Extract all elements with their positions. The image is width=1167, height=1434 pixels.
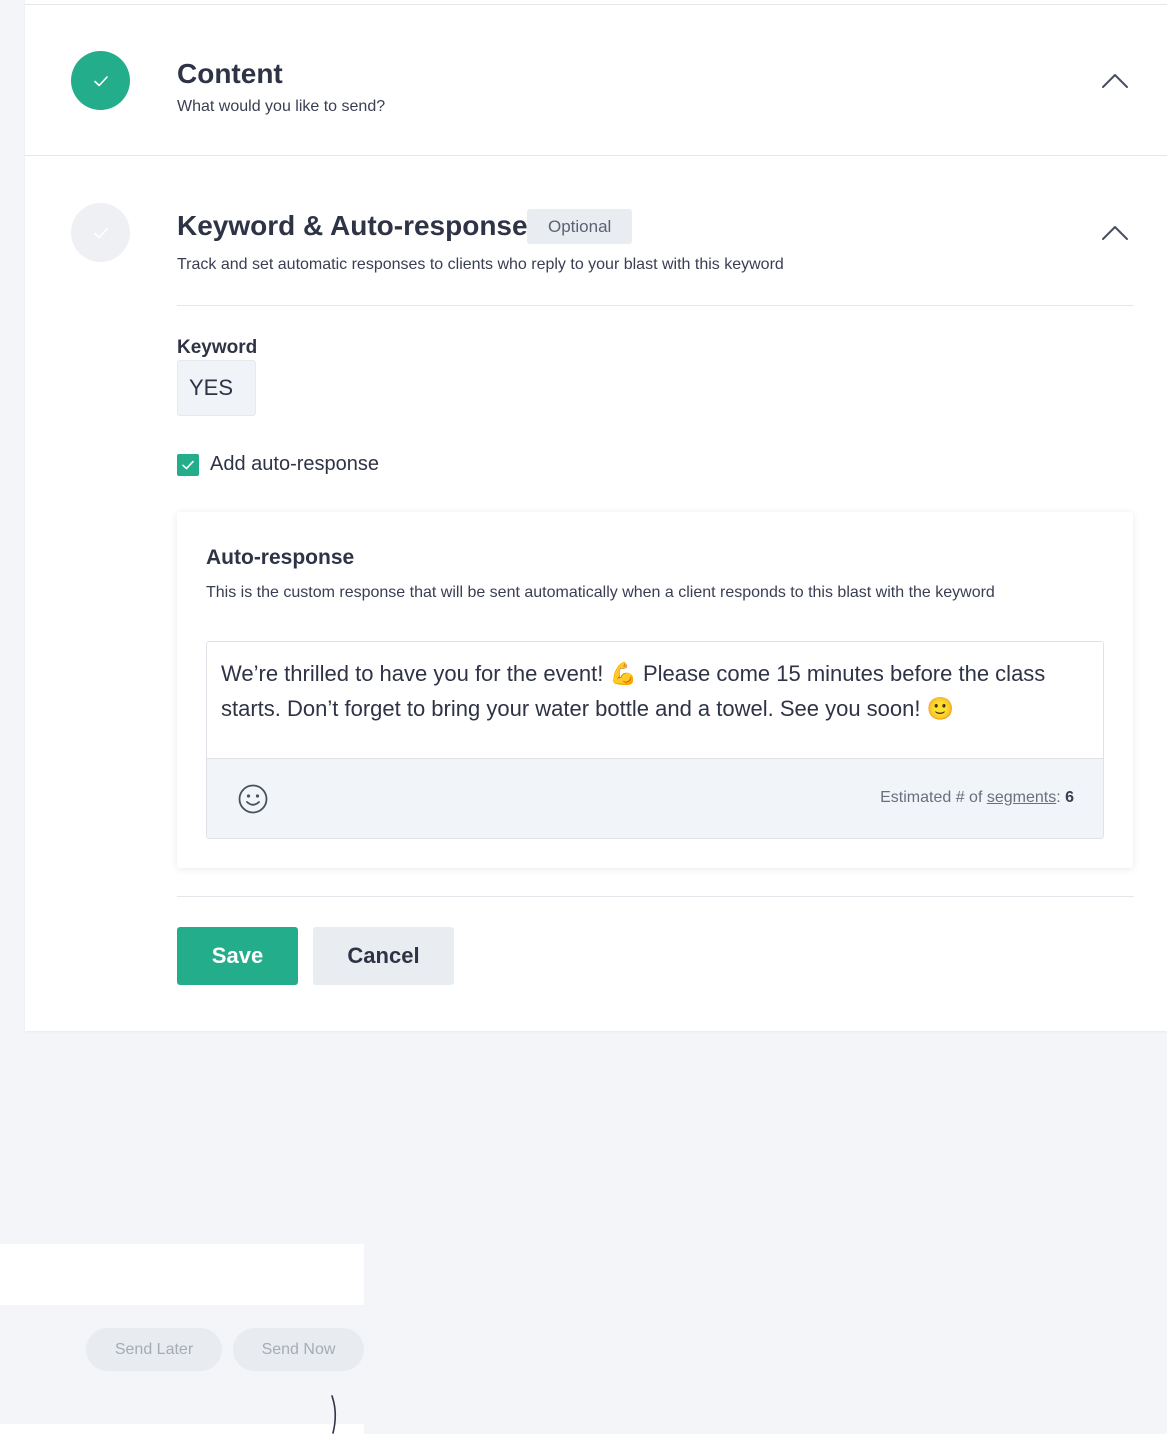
auto-response-title: Auto-response [206,546,355,569]
content-step-title: Content [177,58,283,89]
segments-separator: : [1056,789,1066,806]
auto-response-checkbox-label[interactable]: Add auto-response [210,453,379,476]
segments-estimate: Estimated # of segments: 6 [880,789,1074,807]
cancel-button[interactable]: Cancel [313,927,454,985]
save-button[interactable]: Save [177,927,298,985]
summary-card [0,1244,364,1305]
optional-badge: Optional [527,209,633,244]
auto-response-panel: Auto-response This is the custom respons… [177,512,1133,868]
decorative-stroke [331,1395,337,1434]
auto-response-checkbox[interactable] [177,454,199,476]
segments-prefix: Estimated # of [880,789,987,806]
step-pending-indicator [71,203,130,262]
chevron-up-icon[interactable] [1101,72,1129,90]
auto-response-description: This is the custom response that will be… [206,584,995,601]
step-complete-indicator [71,51,130,110]
keyword-step-subtitle: Track and set automatic responses to cli… [177,256,784,273]
message-editor-toolbar: Estimated # of segments: 6 [207,758,1103,838]
message-editor: We’re thrilled to have you for the event… [206,641,1104,839]
divider [25,4,1167,5]
keyword-input[interactable]: YES [177,360,256,416]
divider [177,896,1134,897]
send-later-button[interactable]: Send Later [86,1328,222,1371]
check-icon [93,75,108,86]
send-now-button[interactable]: Send Now [233,1328,364,1371]
chevron-up-icon[interactable] [1101,224,1129,242]
smiley-icon[interactable] [237,783,269,815]
divider [177,305,1134,306]
check-icon [93,227,108,238]
auto-response-message-input[interactable]: We’re thrilled to have you for the event… [207,642,1103,759]
divider [25,155,1167,156]
blast-steps-card: Content What would you like to send? Key… [25,0,1167,1031]
checkmark-icon [182,460,194,470]
segments-count: 6 [1065,789,1074,806]
keyword-step-title: Keyword & Auto-response [177,210,528,241]
content-step-subtitle: What would you like to send? [177,98,386,115]
keyword-label: Keyword [177,337,258,358]
bottom-card-edge [0,1424,364,1434]
segments-link[interactable]: segments [987,789,1056,806]
